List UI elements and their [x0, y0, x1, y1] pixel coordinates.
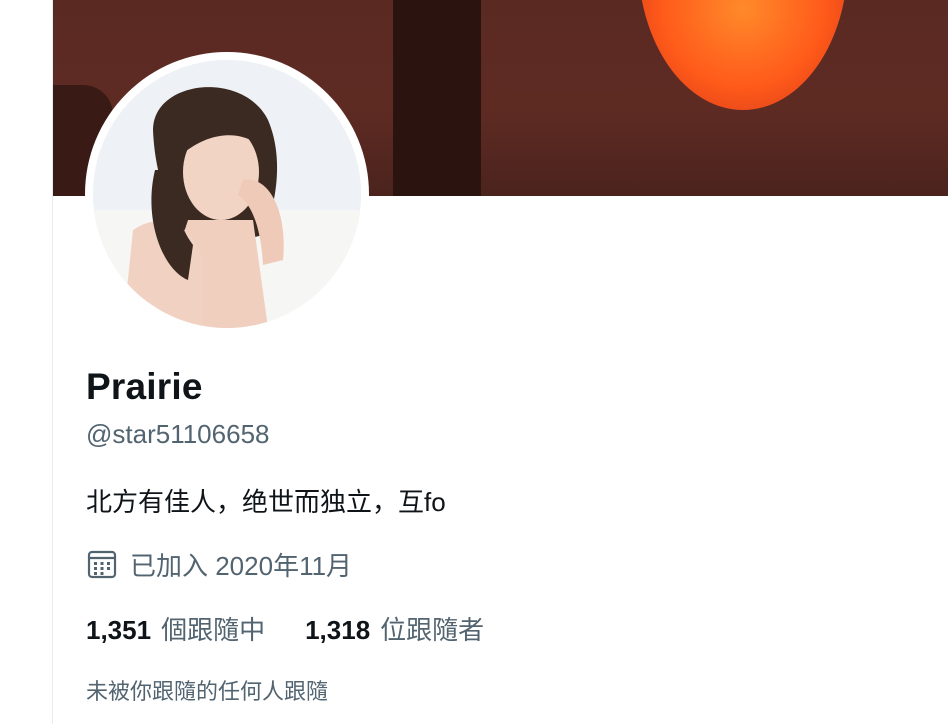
banner-sun [638, 0, 848, 110]
followers-count: 1,318 [305, 615, 371, 645]
profile-handle: @star51106658 [86, 419, 270, 449]
following-label: 個跟隨中 [161, 615, 266, 645]
left-rail [0, 0, 53, 724]
following-link[interactable]: 1,351 個跟隨中 [86, 610, 265, 647]
avatar[interactable] [93, 60, 361, 328]
banner-post [393, 0, 481, 196]
calendar-icon [86, 548, 118, 580]
joined-date: 已加入 2020年11月 [86, 544, 352, 584]
avatar-photo [93, 60, 361, 328]
joined-text: 已加入 2020年11月 [130, 550, 353, 581]
following-count: 1,351 [86, 615, 152, 645]
followers-link[interactable]: 1,318 位跟隨者 [305, 610, 484, 647]
followers-label: 位跟隨者 [380, 615, 485, 645]
profile-bio: 北方有佳人，绝世而独立，互fo [86, 487, 446, 517]
followed-by-text: 未被你跟隨的任何人跟隨 [86, 679, 329, 704]
profile-stats: 1,351 個跟隨中 1,318 位跟隨者 [86, 610, 524, 647]
profile-name: Prairie [86, 366, 203, 407]
